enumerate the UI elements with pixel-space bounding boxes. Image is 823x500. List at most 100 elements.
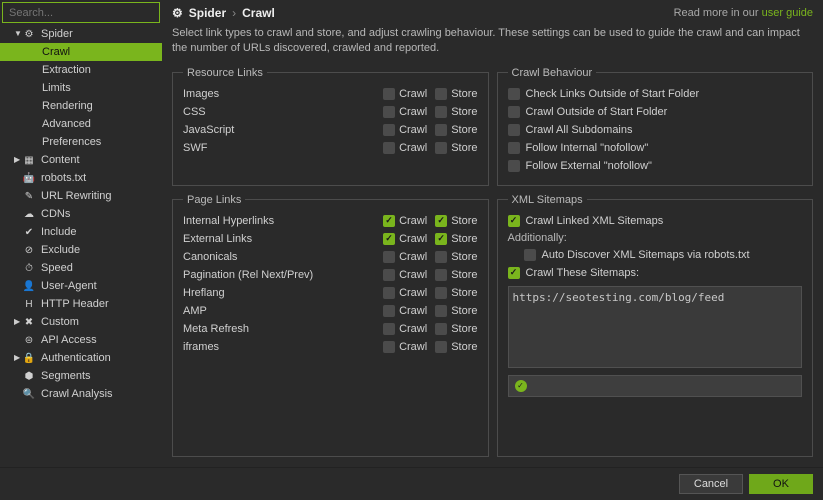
behaviour-checkbox[interactable] [508, 124, 520, 136]
globe-icon: ⊜ [22, 333, 36, 347]
option-row: CSSCrawlStore [183, 103, 478, 121]
crawl-checkbox[interactable] [383, 287, 395, 299]
option-row: Internal HyperlinksCrawlStore [183, 212, 478, 230]
behaviour-checkbox[interactable] [508, 106, 520, 118]
crawl-checkbox[interactable] [383, 106, 395, 118]
sidebar-item-http-header[interactable]: ▶HHTTP Header [0, 295, 162, 313]
option-label: Internal Hyperlinks [183, 215, 375, 227]
ok-button[interactable]: OK [749, 474, 813, 494]
sidebar-item-authentication[interactable]: ▶🔒Authentication [0, 349, 162, 367]
sidebar-item-label: Include [41, 226, 76, 238]
sidebar-item-api-access[interactable]: ▶⊜API Access [0, 331, 162, 349]
behaviour-label: Crawl Outside of Start Folder [526, 106, 668, 118]
sitemap-textarea[interactable] [508, 286, 803, 368]
sidebar-item-extraction[interactable]: ▶Extraction [0, 61, 162, 79]
sidebar-item-rendering[interactable]: ▶Rendering [0, 97, 162, 115]
page-links-title: Page Links [183, 194, 245, 206]
crawl-checkbox[interactable] [383, 88, 395, 100]
behaviour-label: Follow Internal "nofollow" [526, 142, 649, 154]
sidebar-item-label: Exclude [41, 244, 80, 256]
store-checkbox[interactable] [435, 323, 447, 335]
store-checkbox[interactable] [435, 142, 447, 154]
sidebar-item-label: Content [41, 154, 80, 166]
store-label: Store [451, 287, 477, 299]
option-label: External Links [183, 233, 375, 245]
store-checkbox[interactable] [435, 124, 447, 136]
user-guide-link[interactable]: user guide [762, 7, 813, 19]
breadcrumb-a: Spider [189, 6, 226, 20]
resource-links-title: Resource Links [183, 67, 267, 79]
store-label: Store [451, 142, 477, 154]
sidebar-item-label: Rendering [42, 100, 93, 112]
sidebar-item-content[interactable]: ▶▦Content [0, 151, 162, 169]
crawl-checkbox[interactable] [383, 233, 395, 245]
crawl-linked-checkbox[interactable] [508, 215, 520, 227]
crawl-checkbox[interactable] [383, 251, 395, 263]
store-checkbox[interactable] [435, 251, 447, 263]
option-label: CSS [183, 106, 375, 118]
store-label: Store [451, 124, 477, 136]
sidebar-item-spider[interactable]: ▼⚙Spider [0, 25, 162, 43]
option-row: JavaScriptCrawlStore [183, 121, 478, 139]
option-label: SWF [183, 142, 375, 154]
option-label: Images [183, 88, 375, 100]
sidebar-item-url-rewriting[interactable]: ▶✎URL Rewriting [0, 187, 162, 205]
sidebar-item-speed[interactable]: ▶⏱Speed [0, 259, 162, 277]
crawl-these-label: Crawl These Sitemaps: [526, 267, 640, 279]
option-row: SWFCrawlStore [183, 139, 478, 157]
search-input[interactable] [2, 2, 160, 23]
behaviour-checkbox[interactable] [508, 88, 520, 100]
store-checkbox[interactable] [435, 215, 447, 227]
autodiscover-label: Auto Discover XML Sitemaps via robots.tx… [542, 249, 750, 261]
autodiscover-checkbox[interactable] [524, 249, 536, 261]
behaviour-checkbox[interactable] [508, 160, 520, 172]
store-label: Store [451, 323, 477, 335]
crawl-checkbox[interactable] [383, 323, 395, 335]
resource-links-panel: Resource Links ImagesCrawlStoreCSSCrawlS… [172, 67, 489, 186]
crawl-checkbox[interactable] [383, 124, 395, 136]
store-checkbox[interactable] [435, 287, 447, 299]
store-checkbox[interactable] [435, 269, 447, 281]
readmore: Read more in our user guide [674, 7, 813, 19]
pencil-icon: ✎ [22, 189, 36, 203]
sidebar-item-segments[interactable]: ▶⬢Segments [0, 367, 162, 385]
store-checkbox[interactable] [435, 88, 447, 100]
behaviour-row: Follow Internal "nofollow" [508, 139, 803, 157]
store-checkbox[interactable] [435, 305, 447, 317]
sidebar-item-crawl[interactable]: ▶Crawl [0, 43, 162, 61]
crawl-these-checkbox[interactable] [508, 267, 520, 279]
additionally-label: Additionally: [508, 230, 803, 246]
behaviour-row: Follow External "nofollow" [508, 157, 803, 175]
behaviour-checkbox[interactable] [508, 142, 520, 154]
sidebar-item-preferences[interactable]: ▶Preferences [0, 133, 162, 151]
option-label: Pagination (Rel Next/Prev) [183, 269, 375, 281]
crawl-checkbox[interactable] [383, 305, 395, 317]
caret-down-icon: ▼ [14, 30, 22, 38]
crawl-checkbox[interactable] [383, 269, 395, 281]
sidebar-item-custom[interactable]: ▶✖Custom [0, 313, 162, 331]
cloud-icon: ☁ [22, 207, 36, 221]
cancel-button[interactable]: Cancel [679, 474, 743, 494]
sidebar-item-label: Segments [41, 370, 91, 382]
sidebar-item-robots-txt[interactable]: ▶🤖robots.txt [0, 169, 162, 187]
sidebar-item-crawl-analysis[interactable]: ▶🔍Crawl Analysis [0, 385, 162, 403]
sidebar-item-limits[interactable]: ▶Limits [0, 79, 162, 97]
crawl-checkbox[interactable] [383, 215, 395, 227]
sidebar-item-label: Authentication [41, 352, 111, 364]
crawl-checkbox[interactable] [383, 142, 395, 154]
store-checkbox[interactable] [435, 233, 447, 245]
sidebar-item-exclude[interactable]: ▶⊘Exclude [0, 241, 162, 259]
sidebar-item-user-agent[interactable]: ▶👤User-Agent [0, 277, 162, 295]
store-checkbox[interactable] [435, 106, 447, 118]
sidebar-item-label: Crawl Analysis [41, 388, 113, 400]
sidebar-item-advanced[interactable]: ▶Advanced [0, 115, 162, 133]
crawl-label: Crawl [399, 233, 427, 245]
crawl-linked-label: Crawl Linked XML Sitemaps [526, 215, 664, 227]
sidebar-item-include[interactable]: ▶✔Include [0, 223, 162, 241]
robots-icon: 🤖 [22, 171, 36, 185]
sidebar-item-label: Advanced [42, 118, 91, 130]
store-checkbox[interactable] [435, 341, 447, 353]
crawl-label: Crawl [399, 287, 427, 299]
sidebar-item-cdns[interactable]: ▶☁CDNs [0, 205, 162, 223]
crawl-checkbox[interactable] [383, 341, 395, 353]
